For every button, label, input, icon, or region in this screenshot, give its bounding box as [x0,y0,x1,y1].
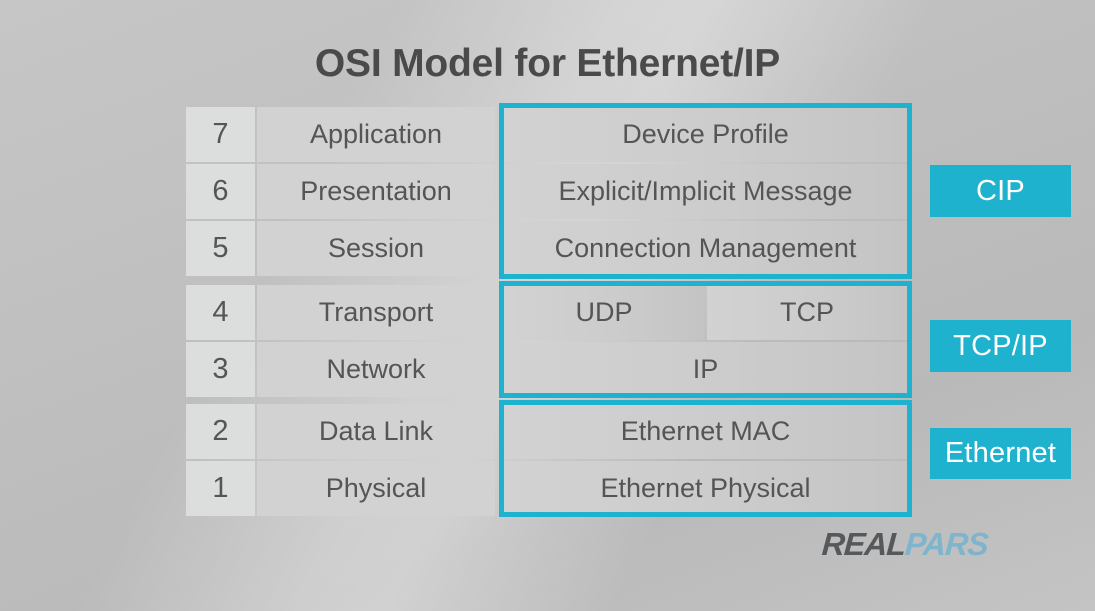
group-badge-ethernet: Ethernet [930,428,1071,479]
layer-number-cell: 2 [186,404,255,459]
layer-protocol-cell-udp: UDP [504,285,704,340]
osi-model-diagram: 7 Application Device Profile 6 Presentat… [186,103,912,517]
layer-protocol-cell: Connection Management [504,221,907,276]
layer-protocol-cell-tcp: TCP [707,285,907,340]
table-row: 6 Presentation Explicit/Implicit Message [186,164,911,219]
layer-name-cell: Session [257,221,495,276]
group-badge-cip: CIP [930,165,1071,217]
page-title: OSI Model for Ethernet/IP [314,42,781,85]
layer-name-cell: Network [257,342,495,397]
layer-number-cell: 7 [186,107,255,162]
group-badge-tcpip: TCP/IP [930,320,1071,372]
layer-number-cell: 4 [186,285,255,340]
layer-name-cell: Physical [257,461,495,516]
layer-protocol-cell: IP [504,342,907,397]
logo-text-real: REAL [820,526,907,562]
realpars-logo: REALPARS [821,526,989,563]
table-row: 7 Application Device Profile [186,107,911,162]
layer-number-cell: 6 [186,164,255,219]
layer-protocol-cell: Explicit/Implicit Message [504,164,907,219]
layer-name-cell: Application [257,107,495,162]
table-row: 5 Session Connection Management [186,221,911,276]
slide-canvas: OSI Model for Ethernet/IP 7 Application … [0,0,1095,611]
layer-protocol-cell: Device Profile [504,107,907,162]
table-row: 1 Physical Ethernet Physical [186,461,911,516]
layer-protocol-cell: Ethernet Physical [504,461,907,516]
layer-name-cell: Data Link [257,404,495,459]
table-row: 4 Transport UDP TCP [186,285,911,340]
layer-number-cell: 3 [186,342,255,397]
layer-name-cell: Transport [257,285,495,340]
logo-text-pars: PARS [903,526,989,562]
table-row: 3 Network IP [186,342,911,397]
table-row: 2 Data Link Ethernet MAC [186,404,911,459]
layer-number-cell: 5 [186,221,255,276]
layer-protocol-cell: Ethernet MAC [504,404,907,459]
layer-number-cell: 1 [186,461,255,516]
layer-name-cell: Presentation [257,164,495,219]
